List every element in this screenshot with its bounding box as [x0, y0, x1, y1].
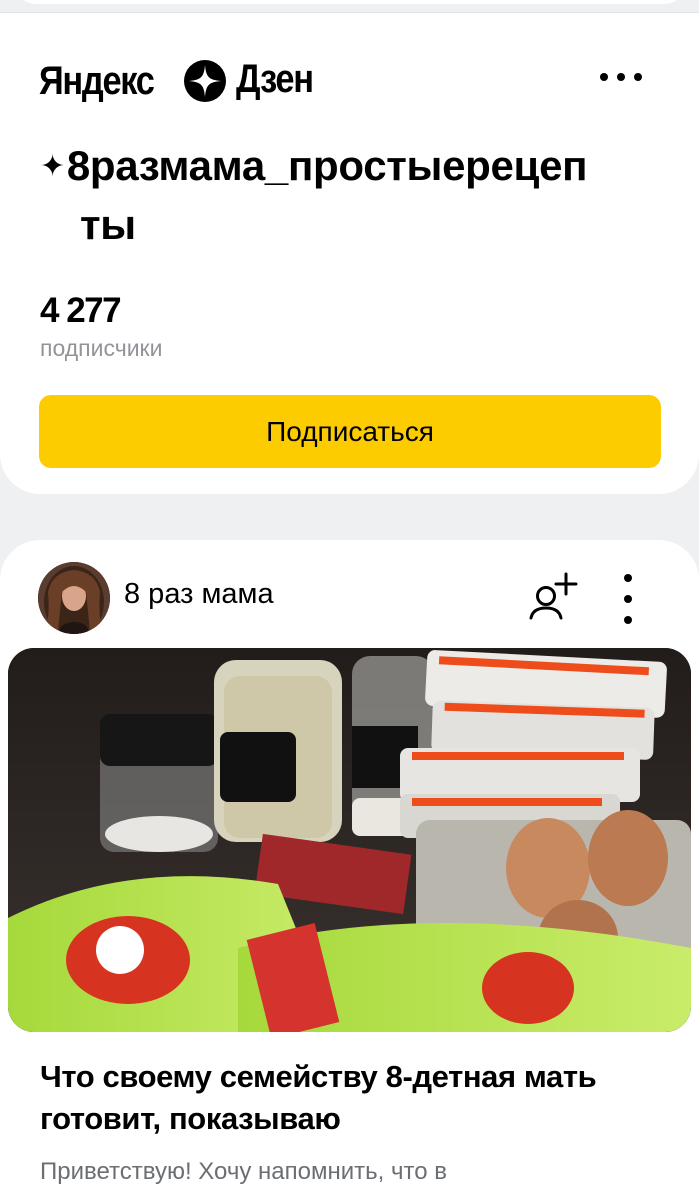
post-more-icon[interactable]	[618, 574, 638, 624]
logo-word-yandex: Яндекс	[39, 58, 155, 103]
channel-title-line-1: 8размама_простыерецеп	[66, 142, 588, 189]
yandex-zen-logo[interactable]: Яндекс	[39, 55, 179, 107]
add-person-icon[interactable]	[528, 568, 584, 624]
subscriber-label: подписчики	[40, 335, 163, 361]
more-options-icon[interactable]	[600, 65, 642, 89]
previous-card-edge	[14, 0, 686, 4]
zen-star-icon	[184, 60, 226, 102]
subscribe-button[interactable]: Подписаться	[39, 395, 661, 468]
author-avatar[interactable]	[38, 562, 110, 634]
author-name[interactable]: 8 раз мама	[124, 578, 274, 611]
post-image[interactable]	[8, 648, 691, 1032]
logo-word-zen: Дзен	[236, 57, 314, 101]
post-card: 8 раз мама Что своему семейству 8-детная…	[0, 540, 699, 1200]
channel-card: Яндекс Дзен ✦8размама_простыерецеп ты 4 …	[0, 12, 699, 494]
post-title[interactable]: Что своему семейству 8-детная мать готов…	[40, 1056, 670, 1140]
channel-title: ✦8размама_простыерецеп ты	[40, 137, 665, 254]
channel-title-line-2: ты	[80, 201, 136, 248]
sparkle-icon: ✦	[40, 150, 65, 183]
subscriber-count: 4 277	[40, 291, 122, 330]
post-excerpt: Приветствую! Хочу напомнить, что в	[40, 1158, 447, 1185]
